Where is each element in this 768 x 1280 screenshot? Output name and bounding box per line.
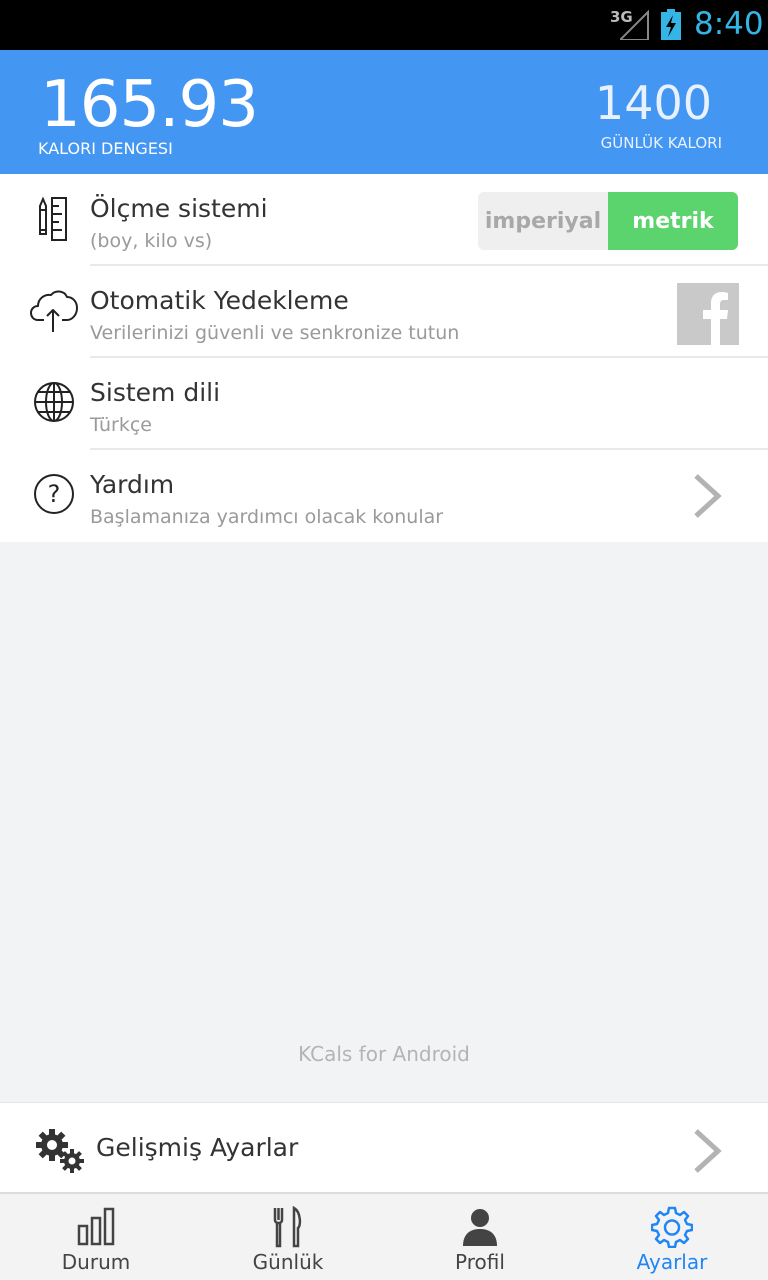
cloud-upload-icon — [30, 290, 78, 332]
help-row[interactable]: ? Yardım Başlamanıza yardımcı olacak kon… — [0, 450, 768, 542]
system-language-row[interactable]: Sistem dili Türkçe — [0, 358, 768, 450]
status-bar: 3G 8:40 — [0, 0, 768, 50]
tab-label: Günlük — [252, 1250, 324, 1274]
fork-knife-icon — [273, 1206, 302, 1248]
tab-label: Profil — [455, 1250, 505, 1274]
measurement-system-title: Ölçme sistemi — [90, 194, 268, 223]
chevron-right-icon — [694, 474, 722, 518]
person-icon — [463, 1209, 497, 1246]
facebook-icon[interactable] — [677, 283, 739, 345]
measurement-system-subtitle: (boy, kilo vs) — [90, 230, 213, 252]
svg-text:?: ? — [48, 480, 61, 508]
measurement-system-row: Ölçme sistemi (boy, kilo vs) imperiyal m… — [0, 174, 768, 266]
auto-backup-title: Otomatik Yedekleme — [90, 286, 349, 315]
app-footer-text: KCals for Android — [298, 1042, 470, 1066]
calorie-balance-label: KALORI DENGESI — [38, 139, 173, 158]
daily-calorie-label: GÜNLÜK KALORI — [600, 134, 722, 152]
help-icon: ? — [34, 474, 74, 514]
help-subtitle: Başlamanıza yardımcı olacak konular — [90, 506, 444, 528]
system-language-value: Türkçe — [90, 414, 152, 436]
tab-ayarlar[interactable]: Ayarlar — [576, 1194, 768, 1280]
calorie-header: 165.93 KALORI DENGESI 1400 GÜNLÜK KALORI — [0, 50, 768, 174]
daily-calorie-value: 1400 — [594, 76, 712, 130]
calorie-balance-value: 165.93 — [40, 68, 259, 142]
signal-icon — [620, 10, 649, 40]
globe-icon — [34, 382, 74, 422]
help-title: Yardım — [90, 470, 175, 499]
advanced-settings-row[interactable]: Gelişmiş Ayarlar — [0, 1102, 768, 1192]
tab-label: Durum — [61, 1250, 131, 1274]
tab-durum[interactable]: Durum — [0, 1194, 192, 1280]
system-language-title: Sistem dili — [90, 378, 221, 407]
tab-label: Ayarlar — [636, 1250, 708, 1274]
metric-option[interactable]: metrik — [608, 192, 738, 250]
chevron-right-icon — [694, 1129, 722, 1173]
gears-icon — [36, 1129, 84, 1173]
ruler-pencil-icon — [39, 196, 67, 241]
advanced-settings-title: Gelişmiş Ayarlar — [96, 1133, 299, 1162]
gear-icon — [651, 1206, 693, 1248]
settings-list: Ölçme sistemi (boy, kilo vs) imperiyal m… — [0, 174, 768, 542]
status-time: 8:40 — [694, 6, 764, 42]
bottom-nav: Durum Günlük Profil Ayarlar — [0, 1192, 768, 1280]
imperial-option[interactable]: imperiyal — [478, 192, 608, 250]
tab-profil[interactable]: Profil — [384, 1194, 576, 1280]
tab-gunluk[interactable]: Günlük — [192, 1194, 384, 1280]
bar-chart-icon — [77, 1207, 115, 1246]
auto-backup-row[interactable]: Otomatik Yedekleme Verilerinizi güvenli … — [0, 266, 768, 358]
unit-toggle: imperiyal metrik — [478, 192, 738, 250]
battery-charging-icon — [661, 9, 681, 40]
auto-backup-subtitle: Verilerinizi güvenli ve senkronize tutun — [90, 322, 460, 344]
